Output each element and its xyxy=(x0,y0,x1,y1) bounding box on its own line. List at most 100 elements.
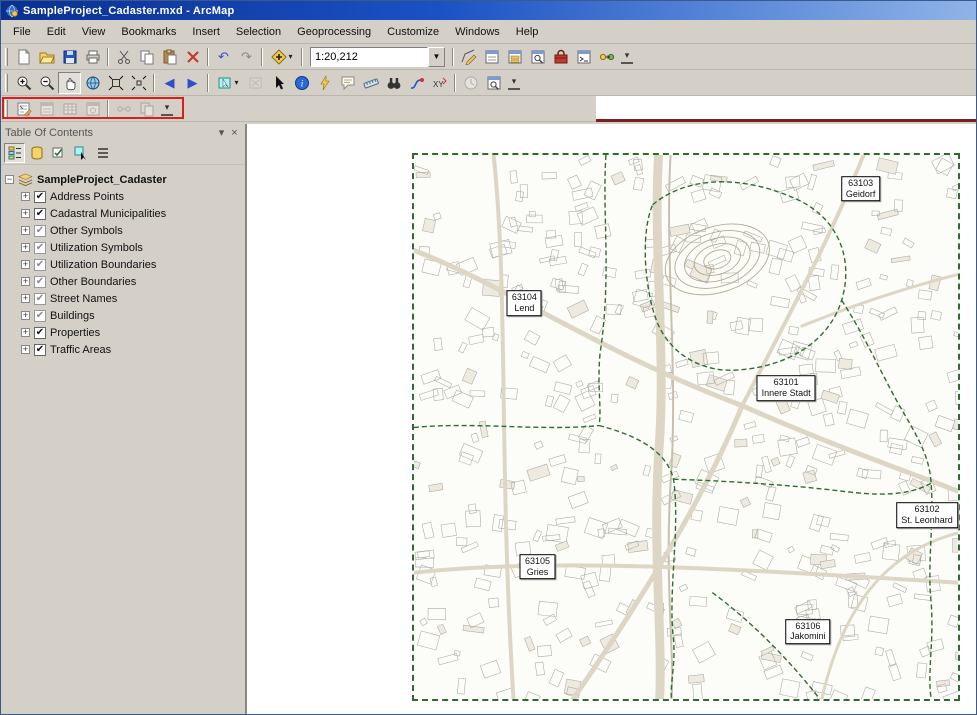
layer-checkbox[interactable]: ✔ xyxy=(34,327,46,339)
layer-row-other-symbols[interactable]: + ✔ Other Symbols xyxy=(5,222,243,239)
map-document-root[interactable]: − SampleProject_Cadaster xyxy=(5,171,243,188)
time-slider-button[interactable] xyxy=(459,72,482,94)
select-elements-button[interactable] xyxy=(267,72,290,94)
layer-label[interactable]: Other Symbols xyxy=(50,225,123,237)
go-back-extent-button[interactable]: ◀ xyxy=(158,72,181,94)
map-data-frame[interactable]: 63103 Geidorf 63104 Lend 63101 Innere St… xyxy=(412,153,960,701)
layer-label[interactable]: Buildings xyxy=(50,310,95,322)
open-button[interactable] xyxy=(35,46,58,68)
tool-window-button-1[interactable] xyxy=(35,98,58,120)
layer-row-street-names[interactable]: + ✔ Street Names xyxy=(5,290,243,307)
expand-icon[interactable]: + xyxy=(21,226,30,235)
layer-checkbox[interactable]: ✔ xyxy=(34,191,46,203)
edit-features-button[interactable] xyxy=(12,98,35,120)
layer-label[interactable]: Other Boundaries xyxy=(50,276,136,288)
zoom-in-button[interactable] xyxy=(12,72,35,94)
expand-icon[interactable]: + xyxy=(21,345,30,354)
layer-label[interactable]: Address Points xyxy=(50,191,124,203)
find-route-button[interactable] xyxy=(405,72,428,94)
delete-button[interactable] xyxy=(181,46,204,68)
zoom-out-button[interactable] xyxy=(35,72,58,94)
layer-checkbox[interactable]: ✔ xyxy=(34,276,46,288)
new-document-button[interactable] xyxy=(12,46,35,68)
title-bar[interactable]: SampleProject_Cadaster.mxd - ArcMap xyxy=(1,1,976,20)
toolbar-overflow-chevron[interactable]: ▾ xyxy=(621,49,633,64)
fixed-zoom-in-button[interactable] xyxy=(104,72,127,94)
python-window-button[interactable] xyxy=(572,46,595,68)
create-viewer-window-button[interactable] xyxy=(482,72,505,94)
clear-selection-button[interactable] xyxy=(244,72,267,94)
layer-row-buildings[interactable]: + ✔ Buildings xyxy=(5,307,243,324)
layer-row-cadastral-municipalities[interactable]: + ✔ Cadastral Municipalities xyxy=(5,205,243,222)
save-button[interactable] xyxy=(58,46,81,68)
menu-customize[interactable]: Customize xyxy=(379,23,447,41)
toolbar-overflow-chevron[interactable]: ▾ xyxy=(161,101,173,116)
layer-row-other-boundaries[interactable]: + ✔ Other Boundaries xyxy=(5,273,243,290)
toc-pin-icon[interactable]: ▾ xyxy=(215,126,228,139)
identify-button[interactable]: i xyxy=(290,72,313,94)
menu-bookmarks[interactable]: Bookmarks xyxy=(113,23,184,41)
toolbar-grip[interactable] xyxy=(5,48,8,66)
expand-icon[interactable]: + xyxy=(21,243,30,252)
layer-checkbox[interactable]: ✔ xyxy=(34,242,46,254)
list-by-source-button[interactable] xyxy=(26,143,47,163)
layer-row-address-points[interactable]: + ✔ Address Points xyxy=(5,188,243,205)
tool-window-button-2[interactable] xyxy=(81,98,104,120)
menu-help[interactable]: Help xyxy=(508,23,547,41)
expand-icon[interactable]: + xyxy=(21,260,30,269)
layer-checkbox[interactable]: ✔ xyxy=(34,208,46,220)
pan-tool-button[interactable] xyxy=(58,72,81,94)
add-data-button[interactable]: ▾ xyxy=(266,46,298,68)
layer-checkbox[interactable]: ✔ xyxy=(34,225,46,237)
layer-label[interactable]: Cadastral Municipalities xyxy=(50,208,166,220)
editor-toolbar-button[interactable] xyxy=(457,46,480,68)
undo-button[interactable]: ↶ xyxy=(212,46,235,68)
layer-checkbox[interactable]: ✔ xyxy=(34,310,46,322)
list-by-drawing-order-button[interactable] xyxy=(4,143,25,163)
tool-table-button[interactable] xyxy=(58,98,81,120)
layer-checkbox[interactable]: ✔ xyxy=(34,293,46,305)
expand-icon[interactable]: + xyxy=(21,311,30,320)
tool-link-button[interactable] xyxy=(112,98,135,120)
copy-pages-button[interactable] xyxy=(135,98,158,120)
go-forward-extent-button[interactable]: ▶ xyxy=(181,72,204,94)
menu-file[interactable]: File xyxy=(5,23,39,41)
list-by-visibility-button[interactable] xyxy=(48,143,69,163)
layer-row-utilization-symbols[interactable]: + ✔ Utilization Symbols xyxy=(5,239,243,256)
menu-selection[interactable]: Selection xyxy=(228,23,289,41)
menu-geoprocessing[interactable]: Geoprocessing xyxy=(289,23,379,41)
cut-button[interactable] xyxy=(112,46,135,68)
search-window-button[interactable] xyxy=(526,46,549,68)
layer-checkbox[interactable]: ✔ xyxy=(34,259,46,271)
expand-icon[interactable]: + xyxy=(21,209,30,218)
menu-edit[interactable]: Edit xyxy=(39,23,74,41)
list-by-selection-button[interactable] xyxy=(70,143,91,163)
table-of-contents-button[interactable] xyxy=(480,46,503,68)
toc-close-icon[interactable]: × xyxy=(228,126,241,139)
toolbar-grip[interactable] xyxy=(5,100,8,118)
catalog-window-button[interactable] xyxy=(503,46,526,68)
layer-row-traffic-areas[interactable]: + ✔ Traffic Areas xyxy=(5,341,243,358)
select-features-dropdown-icon[interactable]: ▾ xyxy=(234,78,238,87)
layer-label[interactable]: Properties xyxy=(50,327,100,339)
expand-icon[interactable]: + xyxy=(21,328,30,337)
go-to-xy-button[interactable]: XY xyxy=(428,72,451,94)
expand-icon[interactable]: + xyxy=(21,294,30,303)
toc-header[interactable]: Table Of Contents ▾ × xyxy=(1,124,245,141)
scale-dropdown-button[interactable]: ▼ xyxy=(428,47,445,67)
menu-view[interactable]: View xyxy=(74,23,114,41)
layer-row-utilization-boundaries[interactable]: + ✔ Utilization Boundaries xyxy=(5,256,243,273)
hyperlink-button[interactable] xyxy=(313,72,336,94)
expand-icon[interactable]: + xyxy=(21,277,30,286)
measure-button[interactable] xyxy=(359,72,382,94)
map-canvas[interactable]: 63103 Geidorf 63104 Lend 63101 Innere St… xyxy=(247,124,976,714)
html-popup-button[interactable] xyxy=(336,72,359,94)
layer-label[interactable]: Street Names xyxy=(50,293,117,305)
add-data-dropdown-icon[interactable]: ▾ xyxy=(288,52,292,61)
toolbar-overflow-chevron[interactable]: ▾ xyxy=(508,75,520,90)
menu-windows[interactable]: Windows xyxy=(447,23,508,41)
scale-input[interactable] xyxy=(310,47,428,67)
paste-button[interactable] xyxy=(158,46,181,68)
collapse-icon[interactable]: − xyxy=(5,175,14,184)
fixed-zoom-out-button[interactable] xyxy=(127,72,150,94)
